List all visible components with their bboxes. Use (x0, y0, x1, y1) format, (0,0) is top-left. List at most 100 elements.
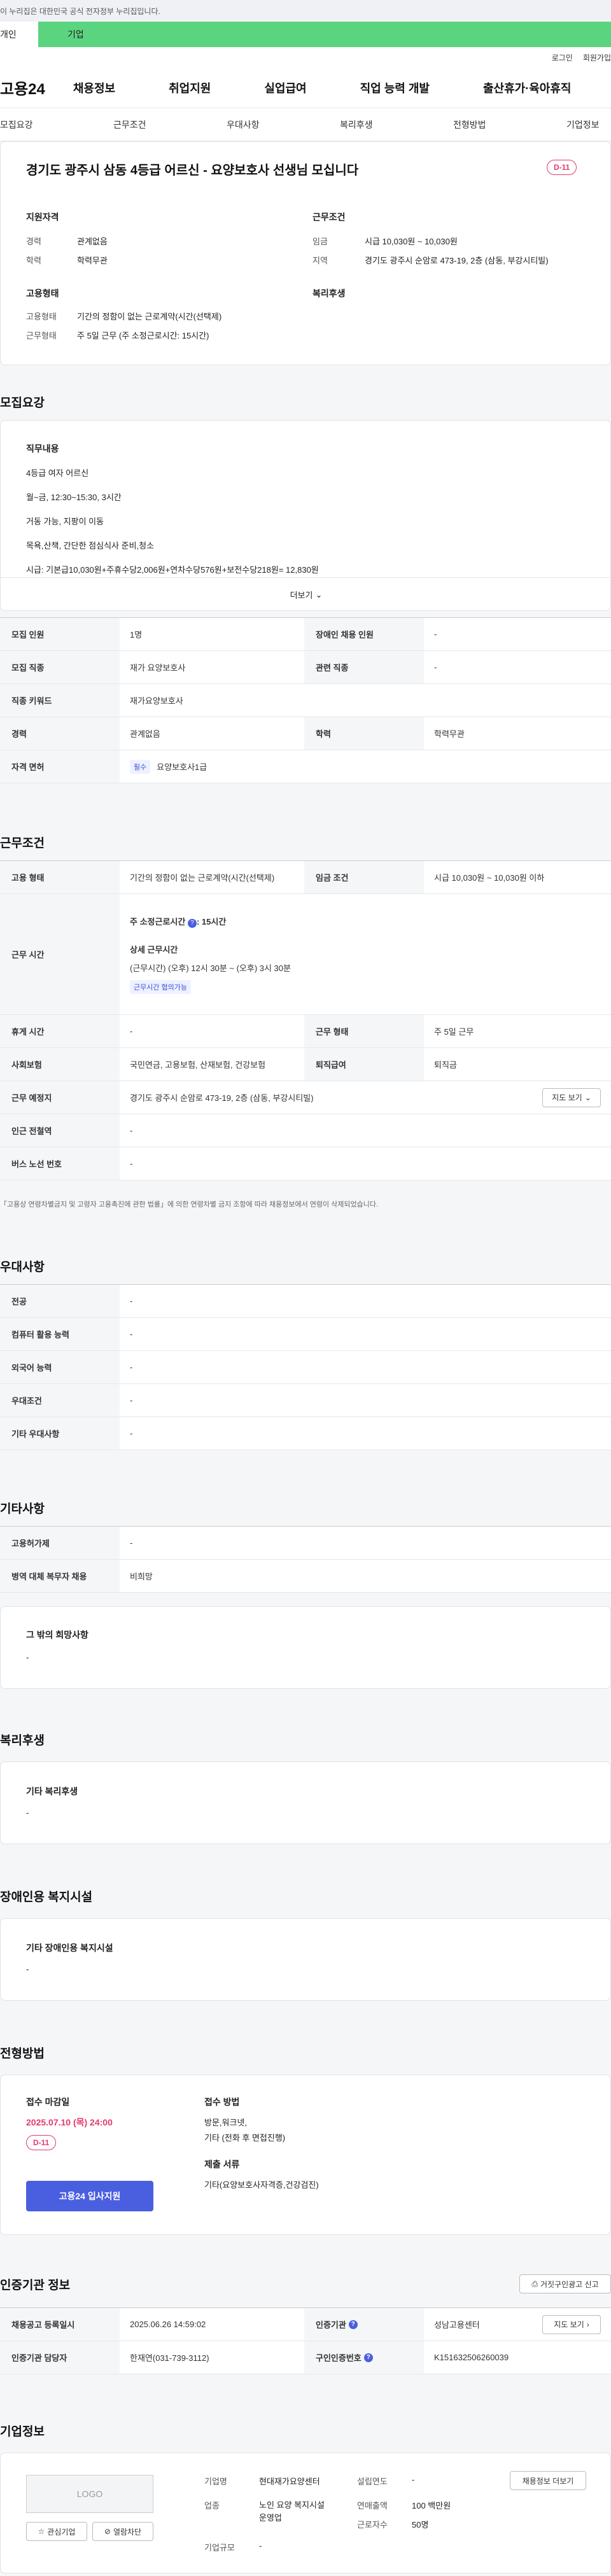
anchor-welfare[interactable]: 복리후생 (340, 118, 453, 131)
info-icon[interactable]: ? (187, 918, 197, 928)
table-row: 병역 대체 복무자 채용 비희망 (0, 1560, 611, 1593)
row-value: - (130, 1362, 133, 1372)
login-link[interactable]: 로그인 (552, 52, 573, 63)
anchor-recruit[interactable]: 모집요강 (0, 118, 113, 131)
row-label: 인증기관 (316, 2320, 346, 2330)
table-row: 버스 노선 번호 - (0, 1147, 611, 1180)
chevron-right-icon: › (586, 2320, 589, 2329)
block-icon: ⊘ (104, 2527, 111, 2536)
anchor-conditions[interactable]: 근무조건 (113, 118, 227, 131)
star-icon: ☆ (38, 2527, 45, 2536)
info-icon[interactable]: ? (363, 2353, 373, 2362)
emp-value: 기간의 정함이 없는 근로계약(시간(선택제) (77, 312, 222, 321)
row-value: 재가요양보호사 (130, 696, 183, 706)
report-button[interactable]: ⎙ 거짓구인광고 신고 (519, 2274, 611, 2293)
row-value: - (130, 1429, 133, 1438)
more-label: 더보기 (290, 591, 313, 600)
nav-vocational-training[interactable]: 직업 능력 개발 (360, 80, 430, 96)
row-value: 한재연(031-739-3112) (130, 2353, 209, 2363)
sales-value: 100 백만원 (412, 2501, 451, 2510)
row-label: 임금 조건 (304, 861, 424, 893)
row-label: 고용허가제 (0, 1527, 120, 1559)
row-value: - (130, 1026, 133, 1036)
region-value: 경기도 광주시 순암로 473-19, 2층 (삼동, 부강시티빌) (365, 256, 549, 265)
agency-map-button[interactable]: 지도 보기 › (542, 2314, 601, 2334)
work-table: 고용 형태 기간의 정함이 없는 근로계약(시간(선택제) 임금 조건 시급 10,0… (0, 860, 611, 1180)
etc-box-value: - (26, 1653, 29, 1662)
row-label: 경력 (0, 717, 120, 750)
job-summary-card: 경기도 광주시 삼동 4등급 어르신 - 요양보호사 선생님 모십니다 D-11… (0, 141, 611, 365)
employees-value: 50명 (412, 2520, 429, 2530)
work-label: 근무형태 (26, 331, 57, 340)
company-name-value: 현대재가요양센터 (259, 2477, 320, 2486)
welfare-box: 기타 복리후생 - (0, 1761, 611, 1844)
row-label: 우대조건 (0, 1384, 120, 1417)
row-value: 2025.06.26 14:59:02 (130, 2320, 206, 2329)
duty-heading: 직무내용 (26, 444, 59, 454)
row-value: 비희망 (130, 1572, 153, 1581)
etc-box: 그 밖의 희망사항 - (0, 1606, 611, 1689)
row-label: 장애인 채용 인원 (304, 618, 424, 650)
table-row: 전공 - (0, 1285, 611, 1318)
method-value-2: 기타 (전화 후 면접진행) (204, 2133, 286, 2143)
row-value: - (130, 1296, 133, 1306)
more-button[interactable]: 더보기 ⌄ (1, 577, 610, 610)
nav-parental-leave[interactable]: 출산휴가·육아휴직 (483, 80, 571, 96)
row-label: 학력 (304, 717, 424, 750)
row-label: 인증기관 담당자 (0, 2341, 120, 2374)
gov-notice-bar: 이 누리집은 대한민국 공식 전자정부 누리집입니다. (0, 0, 611, 22)
block-company-button[interactable]: ⊘ 열람차단 (92, 2522, 153, 2541)
row-label: 사회보험 (0, 1048, 120, 1081)
edu-label: 학력 (26, 256, 41, 265)
map-button[interactable]: 지도 보기 ⌄ (542, 1088, 601, 1107)
anchor-process[interactable]: 전형방법 (453, 118, 566, 131)
favorite-company-button[interactable]: ☆ 관심기업 (26, 2522, 87, 2541)
table-row: 고용 형태 기간의 정함이 없는 근로계약(시간(선택제) 임금 조건 시급 10,0… (0, 861, 611, 894)
row-label: 인근 전철역 (0, 1114, 120, 1147)
site-logo[interactable]: 고용24 (0, 76, 45, 99)
nav-jobs[interactable]: 채용정보 (73, 80, 115, 96)
career-value: 관계없음 (77, 237, 108, 246)
row-value: 주 5일 근무 (434, 1027, 474, 1037)
age-notice: 「고용상 연령차별금지 및 고령자 고용촉진에 관한 법률」에 의한 연령차별 … (0, 1201, 379, 1208)
recruit-section-title: 모집요강 (0, 396, 45, 410)
tab-personal[interactable]: 개인 (0, 22, 38, 47)
table-row: 모집 인원 1명 장애인 채용 인원 - (0, 618, 611, 651)
company-jobs-button[interactable]: 채용정보 더보기 (510, 2471, 586, 2490)
row-value: 성남고용센터 (434, 2320, 480, 2330)
duty-card: 직무내용 4등급 여자 어르신 월~금, 12:30~15:30, 3시간 거동… (0, 420, 611, 611)
wage-value: 시급 10,030원 ~ 10,030원 (365, 237, 458, 246)
table-row: 고용허가제 - (0, 1527, 611, 1560)
row-value: 1명 (130, 630, 143, 640)
work-section-title: 근무조건 (0, 837, 45, 850)
nav-employment-support[interactable]: 취업지원 (169, 80, 211, 96)
job-title: 경기도 광주시 삼동 4등급 어르신 - 요양보호사 선생님 모십니다 (26, 164, 359, 178)
row-label: 기타 우대사항 (0, 1417, 120, 1450)
disabled-box-value: - (26, 1964, 29, 1974)
weekly-hours-label: 주 소정근로시간 (130, 916, 186, 927)
apply-button[interactable]: 고용24 입사지원 (26, 2181, 153, 2211)
row-label: 근무 시간 (0, 894, 120, 1014)
table-row: 사회보험 국민연금, 고용보험, 산재보험, 건강보험 퇴직급여 퇴직금 (0, 1048, 611, 1081)
region-label: 지역 (313, 256, 328, 265)
anchor-company[interactable]: 기업정보 (566, 118, 611, 131)
duty-line: 4등급 여자 어르신 (26, 468, 89, 478)
nav-unemployment-benefit[interactable]: 실업급여 (264, 80, 306, 96)
tab-company[interactable]: 기업 (38, 22, 611, 47)
anchor-preferences[interactable]: 우대사항 (227, 118, 340, 131)
row-label: 자격 면허 (0, 750, 120, 783)
row-value: - (434, 629, 437, 639)
negotiable-chip: 근무시간 협의가능 (130, 979, 192, 994)
favorite-label: 관심기업 (47, 2527, 76, 2537)
founded-value: - (412, 2475, 415, 2484)
signup-link[interactable]: 회원가입 (583, 52, 611, 63)
row-label: 구인인증번호 (316, 2353, 362, 2363)
table-row: 인증기관 담당자 한재연(031-739-3112) 구인인증번호? K1516325… (0, 2341, 611, 2374)
table-row: 채용공고 등록일시 2025.06.26 14:59:02 인증기관? 성남고용센터 지… (0, 2308, 611, 2341)
company-name-label: 기업명 (204, 2477, 227, 2486)
table-row: 외국어 능력 - (0, 1351, 611, 1384)
table-row: 기타 우대사항 - (0, 1417, 611, 1450)
agency-section-title: 인증기관 정보 (0, 2279, 71, 2292)
info-icon[interactable]: ? (348, 2320, 358, 2329)
row-label: 퇴직급여 (304, 1048, 424, 1081)
